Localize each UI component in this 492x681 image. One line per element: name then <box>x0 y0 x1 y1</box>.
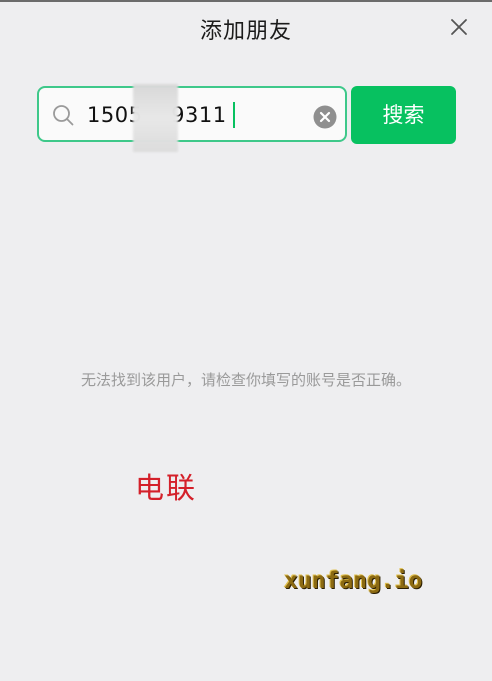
search-input[interactable]: 1505 9311 <box>37 86 347 142</box>
watermark-contact-text: 电联 <box>135 471 198 505</box>
dialog-title: 添加朋友 <box>199 19 292 44</box>
close-button[interactable] <box>446 14 472 40</box>
search-button[interactable]: 搜索 <box>351 86 456 144</box>
window-top-border <box>0 0 492 2</box>
not-found-message: 无法找到该用户，请检查你填写的账号是否正确。 <box>80 371 411 389</box>
privacy-blur-mask <box>133 84 178 152</box>
search-icon <box>53 105 74 126</box>
watermark-site-text: xunfang.io <box>284 568 423 594</box>
clear-circle-icon[interactable] <box>313 105 337 129</box>
text-cursor <box>232 102 235 128</box>
close-icon <box>451 19 467 35</box>
